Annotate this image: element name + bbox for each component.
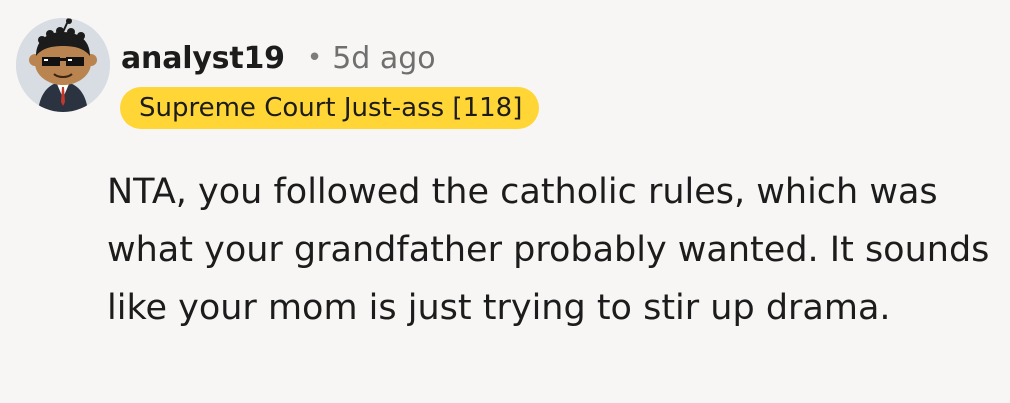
comment: analyst19 • 5d ago Supreme Court Just-as…	[0, 0, 1010, 403]
user-flair-text: Supreme Court Just-ass [118]	[139, 93, 523, 123]
snoo-avatar-sunglasses-icon	[16, 18, 110, 112]
comment-body: NTA, you followed the catholic rules, wh…	[107, 172, 990, 328]
username-link[interactable]: analyst19	[121, 41, 285, 76]
user-avatar-icon[interactable]	[16, 18, 110, 112]
meta-separator: •	[306, 43, 323, 73]
user-flair-badge: Supreme Court Just-ass [118]	[120, 87, 540, 129]
comment-timestamp[interactable]: 5d ago	[332, 41, 435, 76]
comment-meta: analyst19 • 5d ago	[121, 36, 436, 80]
